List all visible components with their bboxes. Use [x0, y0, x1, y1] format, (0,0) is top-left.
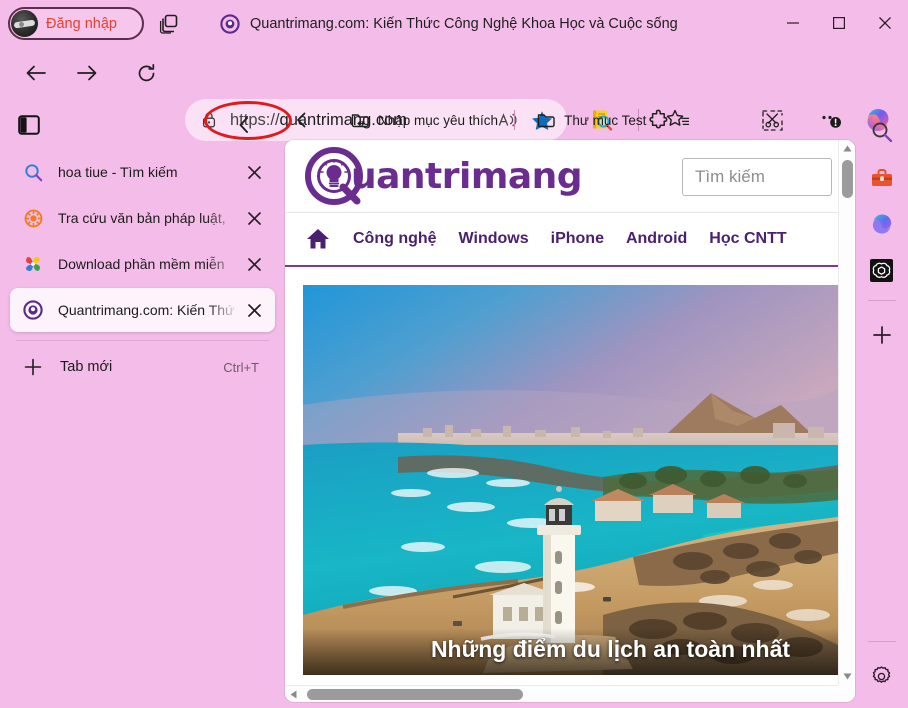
site-search-input[interactable]: Tìm kiếm — [682, 158, 832, 196]
horizontal-scrollbar-thumb[interactable] — [307, 689, 523, 700]
site-search-placeholder: Tìm kiếm — [695, 167, 765, 186]
tab-item[interactable]: Download phần mềm miễn — [10, 242, 275, 286]
forward-button[interactable] — [67, 53, 107, 93]
edge-sidebar-divider — [867, 300, 896, 301]
minimize-button[interactable] — [770, 0, 816, 46]
vertical-scrollbar[interactable] — [838, 140, 855, 685]
search-icon[interactable] — [864, 114, 900, 150]
back-button[interactable] — [16, 53, 56, 93]
scroll-up-arrow-icon[interactable] — [839, 140, 855, 157]
dharma-wheel-icon — [22, 207, 44, 229]
scroll-left-arrow-icon[interactable] — [285, 686, 302, 702]
bookmark-label: Thư mục Test — [564, 112, 647, 128]
favorites-divider — [514, 110, 516, 130]
hero-image[interactable]: Những điểm du lịch an toàn nhất — [303, 285, 838, 675]
search-bing-icon — [22, 161, 44, 183]
window-title: Quantrimang.com: Kiến Thức Công Nghệ Kho… — [220, 12, 678, 36]
tab-close-button[interactable] — [239, 295, 269, 325]
edge-sidebar-divider-bottom — [867, 641, 896, 642]
tab-title: Quantrimang.com: Kiến Thứ — [58, 302, 235, 318]
chevron-left-icon — [297, 112, 306, 128]
tab-item-active[interactable]: Quantrimang.com: Kiến Thứ — [10, 288, 275, 332]
window-title-text: Quantrimang.com: Kiến Thức Công Nghệ Kho… — [250, 16, 678, 32]
tab-item[interactable]: hoa tiue - Tìm kiếm — [10, 150, 275, 194]
tab-item[interactable]: Tra cứu văn bản pháp luật, — [10, 196, 275, 240]
tab-title: Tra cứu văn bản pháp luật, — [58, 210, 226, 226]
nav-link-android[interactable]: Android — [626, 230, 687, 248]
tab-title: Download phần mềm miễn — [58, 256, 225, 272]
tab-sidebar-collapse-button[interactable] — [228, 110, 260, 140]
sidebar-panel-icon[interactable] — [16, 112, 42, 138]
tab-sidebar-header — [0, 102, 285, 148]
site-header: uantrimang Tìm kiếm — [285, 140, 838, 213]
web-content: uantrimang Tìm kiếm Công nghệ Windows iP… — [285, 140, 855, 702]
chatgpt-icon[interactable] — [864, 252, 900, 288]
home-icon[interactable] — [305, 227, 331, 251]
avatar-icon — [11, 10, 38, 37]
tab-sidebar-divider — [16, 340, 269, 341]
quantrimang-logo-icon — [303, 145, 365, 207]
bookmark-label: Nhập mục yêu thích — [378, 112, 499, 128]
copilot-icon[interactable] — [864, 206, 900, 242]
scroll-down-arrow-icon[interactable] — [839, 668, 855, 685]
browser-toolbar: https://quantrimang.com — [0, 46, 908, 141]
tab-close-button[interactable] — [239, 157, 269, 187]
tab-stack-icon[interactable] — [155, 10, 185, 38]
hero-illustration — [303, 285, 838, 675]
vertical-scrollbar-thumb[interactable] — [842, 160, 853, 198]
site-logo-text: uantrimang — [351, 155, 583, 197]
folder-icon — [537, 114, 555, 128]
favorites-collapse-button[interactable] — [285, 106, 319, 134]
import-folder-icon — [351, 114, 369, 128]
browser-window: Đăng nhập Quantrimang.com: Kiến Thức Côn… — [0, 0, 908, 708]
new-tab-label: Tab mới — [60, 359, 113, 375]
profile-login-label: Đăng nhập — [46, 15, 117, 32]
hero-caption-text: Những điểm du lịch an toàn nhất — [430, 636, 791, 662]
plus-icon — [22, 356, 44, 378]
nav-link-hoccntt[interactable]: Học CNTT — [709, 230, 786, 248]
shopping-bag-icon[interactable] — [864, 160, 900, 196]
tab-sidebar: hoa tiue - Tìm kiếm Tra cứu văn bản pháp… — [0, 102, 285, 708]
pinwheel-icon — [22, 253, 44, 275]
site-logo[interactable]: uantrimang — [303, 145, 583, 207]
window-controls — [770, 0, 908, 46]
site-nav: Công nghệ Windows iPhone Android Học CNT… — [285, 213, 838, 267]
favorites-bar: Nhập mục yêu thích Thư mục Test — [285, 102, 908, 138]
maximize-button[interactable] — [816, 0, 862, 46]
new-tab-button[interactable]: Tab mới Ctrl+T — [10, 347, 275, 387]
bookmark-import-favorites[interactable]: Nhập mục yêu thích — [343, 106, 506, 134]
new-tab-shortcut: Ctrl+T — [223, 359, 259, 375]
horizontal-scrollbar[interactable] — [285, 685, 855, 702]
nav-link-windows[interactable]: Windows — [459, 230, 529, 248]
settings-gear-icon[interactable] — [864, 658, 900, 694]
bookmark-folder-test[interactable]: Thư mục Test — [529, 106, 654, 134]
profile-login-button[interactable]: Đăng nhập — [8, 7, 144, 40]
add-app-icon[interactable] — [864, 317, 900, 353]
quantrimang-icon — [22, 299, 44, 321]
hero-caption: Những điểm du lịch an toàn nhất — [303, 628, 838, 675]
nav-link-congnghe[interactable]: Công nghệ — [353, 230, 437, 248]
tab-title: hoa tiue - Tìm kiếm — [58, 164, 178, 180]
refresh-button[interactable] — [126, 53, 166, 93]
scrollbar-corner — [838, 685, 855, 702]
edge-sidebar — [855, 102, 908, 708]
quantrimang-icon — [220, 14, 240, 34]
title-bar: Đăng nhập Quantrimang.com: Kiến Thức Côn… — [0, 0, 908, 46]
close-button[interactable] — [862, 0, 908, 46]
tab-close-button[interactable] — [239, 249, 269, 279]
nav-link-iphone[interactable]: iPhone — [551, 230, 604, 248]
webpage: uantrimang Tìm kiếm Công nghệ Windows iP… — [285, 140, 838, 685]
tab-close-button[interactable] — [239, 203, 269, 233]
